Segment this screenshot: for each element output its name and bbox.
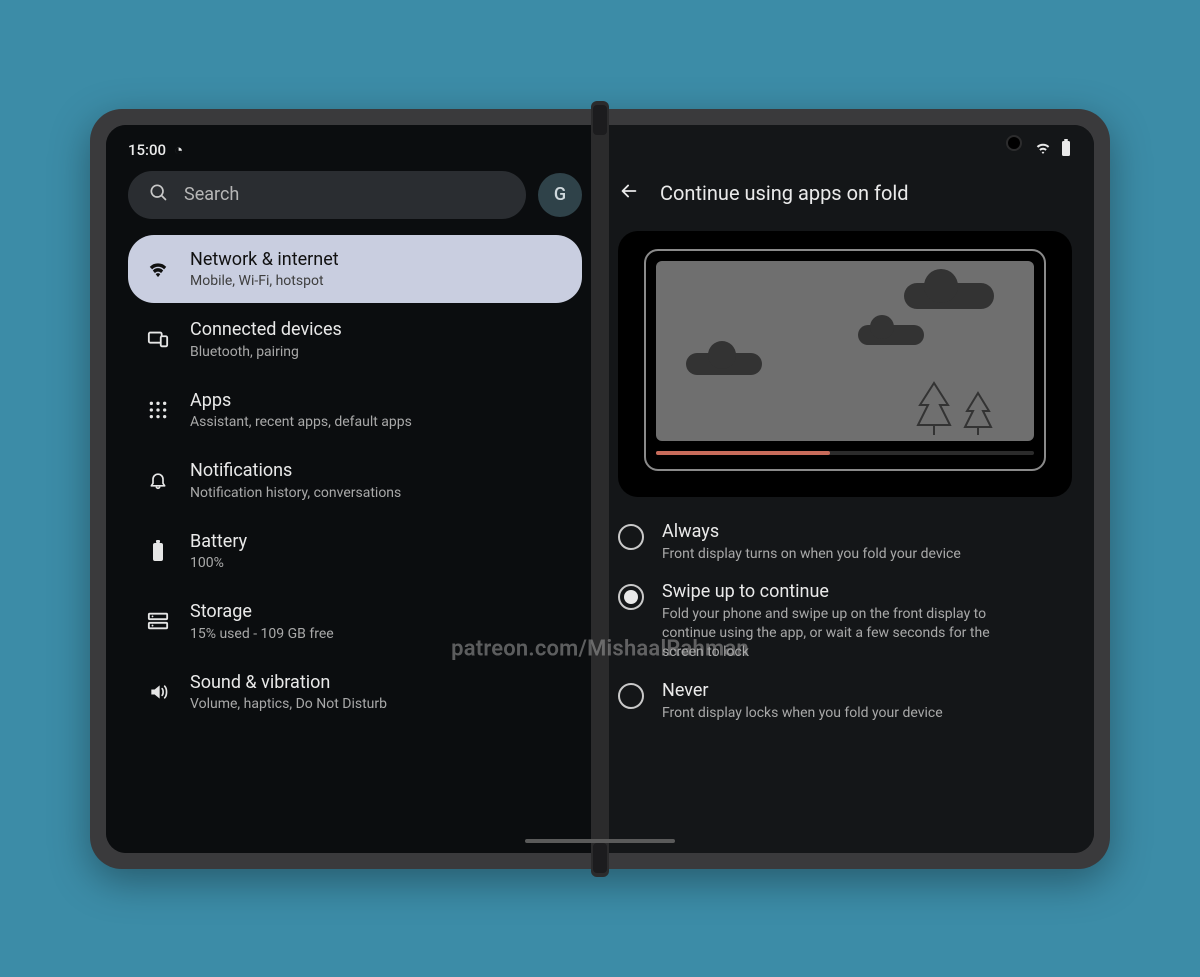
fold-options: Always Front display turns on when you f… <box>618 521 1072 723</box>
search-placeholder: Search <box>184 184 239 205</box>
option-desc: Front display turns on when you fold you… <box>662 545 961 564</box>
settings-item-title: Notifications <box>190 460 401 483</box>
settings-item-title: Sound & vibration <box>190 672 387 695</box>
storage-icon <box>146 609 170 633</box>
device-frame: 15:00 ◔ Search G <box>90 109 1110 869</box>
settings-item-subtitle: Bluetooth, pairing <box>190 344 342 360</box>
volume-icon <box>146 680 170 704</box>
settings-item-network[interactable]: Network & internet Mobile, Wi-Fi, hotspo… <box>128 235 582 304</box>
settings-item-battery[interactable]: Battery 100% <box>128 517 582 586</box>
cloud-icon <box>686 353 762 375</box>
settings-item-subtitle: Assistant, recent apps, default apps <box>190 414 412 430</box>
settings-item-title: Apps <box>190 390 412 413</box>
option-always[interactable]: Always Front display turns on when you f… <box>618 521 1072 564</box>
radio-icon <box>618 524 644 550</box>
wifi-icon <box>146 257 170 281</box>
settings-item-title: Connected devices <box>190 319 342 342</box>
illustration-progress <box>656 451 1034 455</box>
apps-icon <box>146 398 170 422</box>
nav-handle[interactable] <box>525 839 675 843</box>
settings-item-title: Battery <box>190 531 247 554</box>
option-title: Never <box>662 680 943 701</box>
status-bar-right <box>618 139 1072 161</box>
settings-item-title: Storage <box>190 601 334 624</box>
avatar-initial: G <box>554 184 566 205</box>
screen: 15:00 ◔ Search G <box>106 125 1094 853</box>
settings-list-pane: 15:00 ◔ Search G <box>106 125 600 853</box>
wifi-icon <box>1034 139 1052 161</box>
status-time: 15:00 <box>128 141 166 159</box>
clock-icon: ◔ <box>174 141 183 159</box>
cloud-icon <box>904 283 994 309</box>
devices-icon <box>146 327 170 351</box>
page-title: Continue using apps on fold <box>660 181 909 205</box>
status-bar: 15:00 ◔ <box>128 139 582 161</box>
search-input[interactable]: Search <box>128 171 526 219</box>
settings-item-subtitle: Mobile, Wi-Fi, hotspot <box>190 273 339 289</box>
option-swipe[interactable]: Swipe up to continue Fold your phone and… <box>618 581 1072 662</box>
settings-item-storage[interactable]: Storage 15% used - 109 GB free <box>128 587 582 656</box>
settings-item-sound[interactable]: Sound & vibration Volume, haptics, Do No… <box>128 658 582 727</box>
tree-icon <box>962 391 994 435</box>
settings-item-apps[interactable]: Apps Assistant, recent apps, default app… <box>128 376 582 445</box>
cloud-icon <box>858 325 924 345</box>
camera-hole <box>1008 137 1020 149</box>
option-title: Swipe up to continue <box>662 581 1022 602</box>
option-desc: Front display locks when you fold your d… <box>662 704 943 723</box>
battery-icon <box>1060 139 1072 161</box>
option-title: Always <box>662 521 961 542</box>
foldable-illustration <box>644 249 1046 471</box>
option-never[interactable]: Never Front display locks when you fold … <box>618 680 1072 723</box>
battery-icon <box>146 539 170 563</box>
tree-icon <box>914 381 954 435</box>
settings-item-notifications[interactable]: Notifications Notification history, conv… <box>128 446 582 515</box>
settings-item-subtitle: Volume, haptics, Do Not Disturb <box>190 696 387 712</box>
option-desc: Fold your phone and swipe up on the fron… <box>662 605 1022 662</box>
settings-item-subtitle: 100% <box>190 555 247 571</box>
settings-detail-pane: Continue using apps on fold <box>600 125 1094 853</box>
bell-icon <box>146 468 170 492</box>
radio-icon <box>618 683 644 709</box>
back-button[interactable] <box>618 180 640 206</box>
radio-icon <box>618 584 644 610</box>
settings-item-connected[interactable]: Connected devices Bluetooth, pairing <box>128 305 582 374</box>
settings-list: Network & internet Mobile, Wi-Fi, hotspo… <box>128 235 582 727</box>
search-icon <box>148 182 168 207</box>
illustration-card <box>618 231 1072 497</box>
profile-avatar[interactable]: G <box>538 173 582 217</box>
settings-item-title: Network & internet <box>190 249 339 272</box>
settings-item-subtitle: 15% used - 109 GB free <box>190 626 334 642</box>
settings-item-subtitle: Notification history, conversations <box>190 485 401 501</box>
